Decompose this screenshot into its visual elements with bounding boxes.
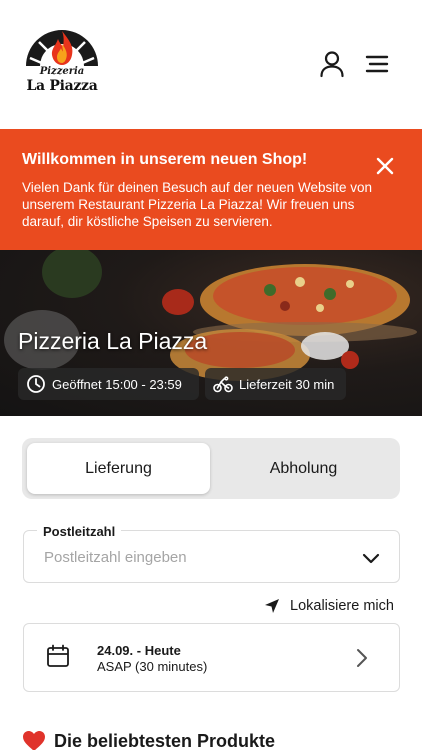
banner-title: Willkommen in unserem neuen Shop! [22,151,308,168]
clock-icon [27,375,45,393]
close-icon[interactable] [374,155,396,177]
location-arrow-icon [265,599,279,613]
logo-title: La Piazza [26,78,98,94]
section-title: Die beliebtesten Produkte [54,730,276,750]
banner-text: Vielen Dank für deinen Besuch auf der ne… [22,180,372,229]
selected-time: ASAP (30 minutes) [97,659,208,674]
postcode-input[interactable] [44,549,344,566]
app-header: Pizzeria La Piazza [0,0,422,129]
popular-products-header: Die beliebtesten Produkte [22,730,275,750]
chevron-down-icon[interactable] [362,553,380,565]
restaurant-name: Pizzeria La Piazza [18,328,208,354]
tab-pickup[interactable]: Abholung [212,443,395,494]
heart-icon [23,731,45,750]
calendar-icon [47,644,69,667]
menu-icon[interactable] [364,52,390,76]
localize-button[interactable]: Lokalisiere mich [264,598,394,614]
hero-image: Pizzeria La Piazza Geöffnet 15:00 - 23:5… [0,250,422,416]
chevron-right-icon[interactable] [356,648,368,668]
user-icon[interactable] [318,50,346,78]
opening-hours-text: Geöffnet 15:00 - 23:59 [52,376,182,392]
delivery-time-selector[interactable]: 24.09. - Heute ASAP (30 minutes) [23,623,400,692]
opening-hours-chip: Geöffnet 15:00 - 23:59 [18,368,199,400]
order-type-toggle: Lieferung Abholung [22,438,400,499]
selected-date: 24.09. - Heute [97,643,181,658]
bicycle-icon [213,376,233,393]
logo-subtitle: Pizzeria [39,66,85,77]
tab-delivery[interactable]: Lieferung [27,443,210,494]
welcome-banner: Willkommen in unserem neuen Shop! Vielen… [0,129,422,250]
restaurant-logo[interactable]: Pizzeria La Piazza [22,28,102,96]
postcode-label: Postleitzahl [37,524,122,539]
delivery-time-chip: Lieferzeit 30 min [205,368,346,400]
localize-label: Lokalisiere mich [290,598,394,614]
delivery-time-text: Lieferzeit 30 min [239,376,335,392]
